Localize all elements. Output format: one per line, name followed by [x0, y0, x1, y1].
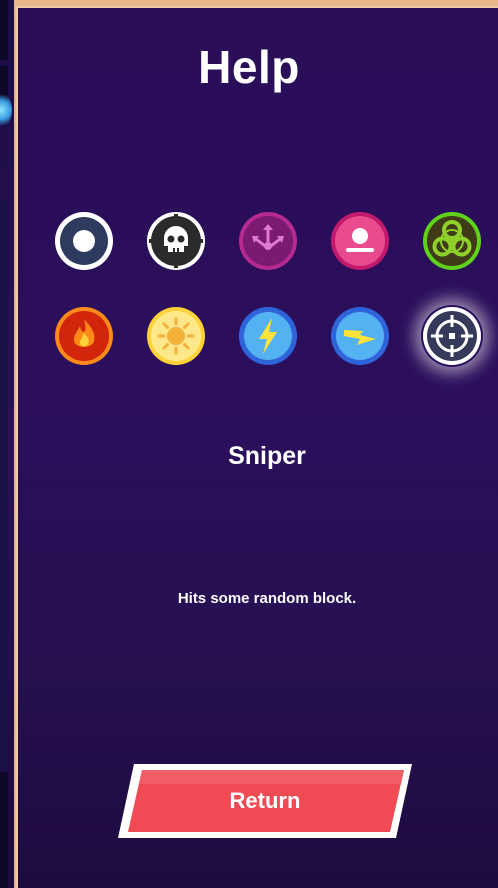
powerup-lightning-horizontal[interactable] [329, 305, 391, 367]
page-title: Help [198, 41, 300, 93]
powerup-white-ball[interactable] [53, 210, 115, 272]
powerup-biohazard[interactable] [421, 210, 483, 272]
lightning-vertical-icon [239, 307, 297, 365]
return-button-label: Return [229, 788, 301, 813]
powerup-lightning-vertical[interactable] [237, 305, 299, 367]
strip-block [0, 200, 8, 770]
strip-block [0, 772, 8, 888]
split-arrows-icon [239, 212, 297, 270]
selected-powerup-name: Sniper [228, 442, 306, 470]
biohazard-icon [423, 212, 481, 270]
sun-icon [147, 307, 205, 365]
crosshair-icon [423, 307, 481, 365]
ball-on-platform-icon [331, 212, 389, 270]
powerup-sun[interactable] [145, 305, 207, 367]
selected-powerup-description: Hits some random block. [177, 590, 357, 607]
skull-icon [147, 212, 205, 270]
powerup-paddle-ball[interactable] [329, 210, 391, 272]
glow-ball-icon [0, 92, 12, 128]
fire-icon [55, 307, 113, 365]
white-ball-icon [55, 212, 113, 270]
return-button[interactable]: Return [118, 764, 412, 838]
lightning-horizontal-icon [331, 307, 389, 365]
powerup-sniper[interactable] [421, 305, 483, 367]
powerup-skull[interactable] [145, 210, 207, 272]
powerup-fire[interactable] [53, 305, 115, 367]
powerup-split[interactable] [237, 210, 299, 272]
